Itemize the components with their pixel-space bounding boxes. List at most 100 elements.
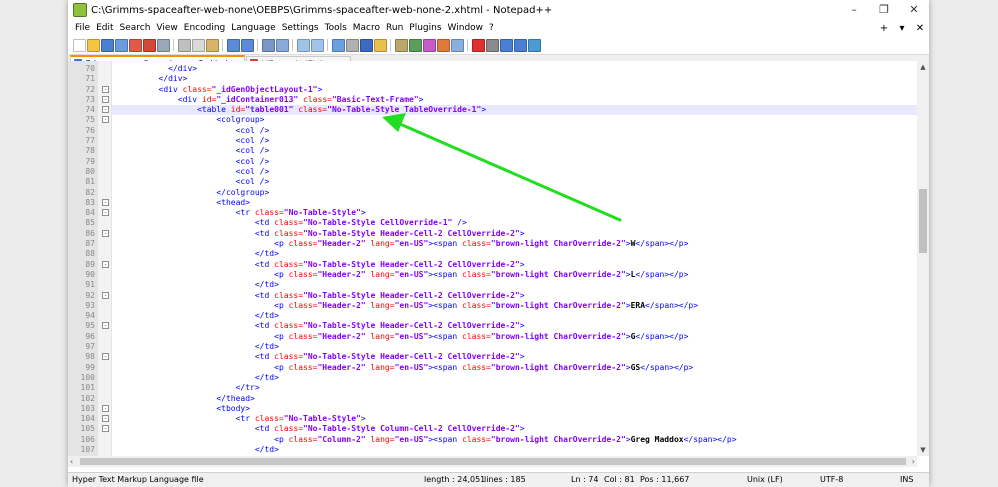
menu-run[interactable]: Run bbox=[383, 23, 406, 33]
code-line[interactable]: 70 </div> bbox=[85, 64, 917, 74]
replace-icon[interactable] bbox=[275, 38, 289, 52]
print-icon[interactable] bbox=[156, 38, 170, 52]
code-line[interactable]: 84- <tr class="No-Table-Style"> bbox=[85, 208, 917, 218]
folder-workspace-icon[interactable] bbox=[436, 38, 450, 52]
code-line[interactable]: 92- <td class="No-Table-Style Header-Cel… bbox=[85, 291, 917, 301]
code-line[interactable]: 107 </td> bbox=[81, 445, 917, 455]
status-insert-mode[interactable]: INS bbox=[900, 475, 913, 484]
code-line[interactable]: 77 <col /> bbox=[85, 136, 917, 146]
code-line[interactable]: 90 <p class="Header-2" lang="en-US"><spa… bbox=[85, 270, 917, 280]
monitoring-icon[interactable] bbox=[450, 38, 464, 52]
fold-toggle-icon[interactable]: - bbox=[102, 198, 109, 206]
horizontal-scrollbar[interactable]: ‹ › bbox=[68, 456, 917, 467]
undo-icon[interactable] bbox=[226, 38, 240, 52]
minimize-button[interactable]: – bbox=[839, 0, 869, 20]
code-line[interactable]: 93 <p class="Header-2" lang="en-US"><spa… bbox=[85, 301, 917, 311]
scroll-left-icon[interactable]: ‹ bbox=[70, 456, 73, 467]
code-line[interactable]: 100 </td> bbox=[81, 373, 917, 383]
code-line[interactable]: 86- <td class="No-Table-Style Header-Cel… bbox=[85, 229, 917, 239]
code-line[interactable]: 73- <div id="_idContainer013" class="Bas… bbox=[85, 95, 917, 105]
save-all-icon[interactable] bbox=[114, 38, 128, 52]
show-all-characters-icon[interactable] bbox=[359, 38, 373, 52]
fold-toggle-icon[interactable]: - bbox=[102, 95, 109, 103]
status-eol[interactable]: Unix (LF) bbox=[747, 475, 783, 484]
play-macro-icon[interactable] bbox=[499, 38, 513, 52]
menu-edit[interactable]: Edit bbox=[93, 23, 116, 33]
maximize-button[interactable]: ❐ bbox=[869, 0, 899, 20]
code-line[interactable]: 97 </td> bbox=[85, 342, 917, 352]
language-icon[interactable] bbox=[394, 38, 408, 52]
code-line[interactable]: 71 </div> bbox=[85, 74, 917, 84]
stop-macro-icon[interactable] bbox=[485, 38, 499, 52]
close-file-icon[interactable] bbox=[128, 38, 142, 52]
new-file-icon[interactable] bbox=[72, 38, 86, 52]
code-line[interactable]: 94 </td> bbox=[85, 311, 917, 321]
code-line[interactable]: 104- <tr class="No-Table-Style"> bbox=[81, 414, 917, 424]
find-icon[interactable] bbox=[261, 38, 275, 52]
fold-toggle-icon[interactable]: - bbox=[102, 415, 109, 423]
code-line[interactable]: 98- <td class="No-Table-Style Header-Cel… bbox=[85, 352, 917, 362]
paste-icon[interactable] bbox=[205, 38, 219, 52]
close-button[interactable]: ✕ bbox=[899, 0, 929, 20]
scroll-down-icon[interactable]: ▼ bbox=[917, 446, 929, 454]
horizontal-scroll-thumb[interactable] bbox=[80, 458, 906, 465]
vertical-scroll-thumb[interactable] bbox=[919, 189, 927, 253]
zoom-out-icon[interactable] bbox=[310, 38, 324, 52]
fold-toggle-icon[interactable]: - bbox=[102, 291, 109, 299]
cut-icon[interactable] bbox=[177, 38, 191, 52]
menu-file[interactable]: File bbox=[72, 23, 93, 33]
menu-macro[interactable]: Macro bbox=[350, 23, 383, 33]
code-line[interactable]: 76 <col /> bbox=[85, 126, 917, 136]
redo-icon[interactable] bbox=[240, 38, 254, 52]
fold-toggle-icon[interactable]: - bbox=[102, 322, 109, 330]
menu-language[interactable]: Language bbox=[228, 23, 278, 33]
open-file-icon[interactable] bbox=[86, 38, 100, 52]
sync-scroll-icon[interactable] bbox=[331, 38, 345, 52]
fold-toggle-icon[interactable]: - bbox=[102, 106, 109, 114]
fold-toggle-icon[interactable]: - bbox=[102, 425, 109, 433]
function-list-icon[interactable] bbox=[422, 38, 436, 52]
code-line[interactable]: 105- <td class="No-Table-Style Column-Ce… bbox=[81, 424, 917, 434]
indent-guide-icon[interactable] bbox=[373, 38, 387, 52]
code-line[interactable]: 82 </colgroup> bbox=[85, 188, 917, 198]
code-line[interactable]: 106 <p class="Column-2" lang="en-US"><sp… bbox=[81, 435, 917, 445]
fold-toggle-icon[interactable]: - bbox=[102, 116, 109, 124]
code-line[interactable]: 72- <div class="_idGenObjectLayout-1"> bbox=[85, 85, 917, 95]
menu-search[interactable]: Search bbox=[117, 23, 154, 33]
code-line[interactable]: 75- <colgroup> bbox=[85, 115, 917, 125]
run-macro-multiple-icon[interactable] bbox=[513, 38, 527, 52]
fold-toggle-icon[interactable]: - bbox=[102, 209, 109, 217]
code-line[interactable]: 85 <td class="No-Table-Style CellOverrid… bbox=[85, 218, 917, 228]
code-line[interactable]: 102 </thead> bbox=[81, 394, 917, 404]
close-all-icon[interactable] bbox=[142, 38, 156, 52]
code-line[interactable]: 101 </tr> bbox=[81, 383, 917, 393]
scroll-up-icon[interactable]: ▲ bbox=[917, 63, 929, 71]
code-line[interactable]: 83- <thead> bbox=[85, 198, 917, 208]
code-line[interactable]: 80 <col /> bbox=[85, 167, 917, 177]
zoom-in-icon[interactable] bbox=[296, 38, 310, 52]
close-document-button[interactable]: ✕ bbox=[911, 23, 929, 34]
save-macro-icon[interactable] bbox=[527, 38, 541, 52]
code-line[interactable]: 91 </td> bbox=[85, 280, 917, 290]
code-line[interactable]: 95- <td class="No-Table-Style Header-Cel… bbox=[85, 321, 917, 331]
vertical-scrollbar[interactable]: ▲ ▼ bbox=[917, 61, 929, 456]
code-line[interactable]: 96 <p class="Header-2" lang="en-US"><spa… bbox=[85, 332, 917, 342]
record-macro-icon[interactable] bbox=[471, 38, 485, 52]
menu-tools[interactable]: Tools bbox=[322, 23, 350, 33]
menu-plugins[interactable]: Plugins bbox=[406, 23, 444, 33]
copy-icon[interactable] bbox=[191, 38, 205, 52]
tab-list-button[interactable]: ▾ bbox=[893, 23, 911, 34]
menu-window[interactable]: Window bbox=[445, 23, 487, 33]
fold-toggle-icon[interactable]: - bbox=[102, 85, 109, 93]
fold-toggle-icon[interactable]: - bbox=[102, 229, 109, 237]
code-line[interactable]: 99 <p class="Header-2" lang="en-US"><spa… bbox=[85, 363, 917, 373]
scroll-right-icon[interactable]: › bbox=[912, 456, 915, 467]
code-line[interactable]: 103- <tbody> bbox=[81, 404, 917, 414]
code-line[interactable]: 79 <col /> bbox=[85, 157, 917, 167]
save-icon[interactable] bbox=[100, 38, 114, 52]
doc-map-icon[interactable] bbox=[408, 38, 422, 52]
code-line[interactable]: 81 <col /> bbox=[85, 177, 917, 187]
code-line[interactable]: 89- <td class="No-Table-Style Header-Cel… bbox=[85, 260, 917, 270]
code-editor[interactable]: 70 </div> 71 </div> 72- <div class="_idGen… bbox=[68, 61, 929, 456]
code-line[interactable]: 87 <p class="Header-2" lang="en-US"><spa… bbox=[85, 239, 917, 249]
